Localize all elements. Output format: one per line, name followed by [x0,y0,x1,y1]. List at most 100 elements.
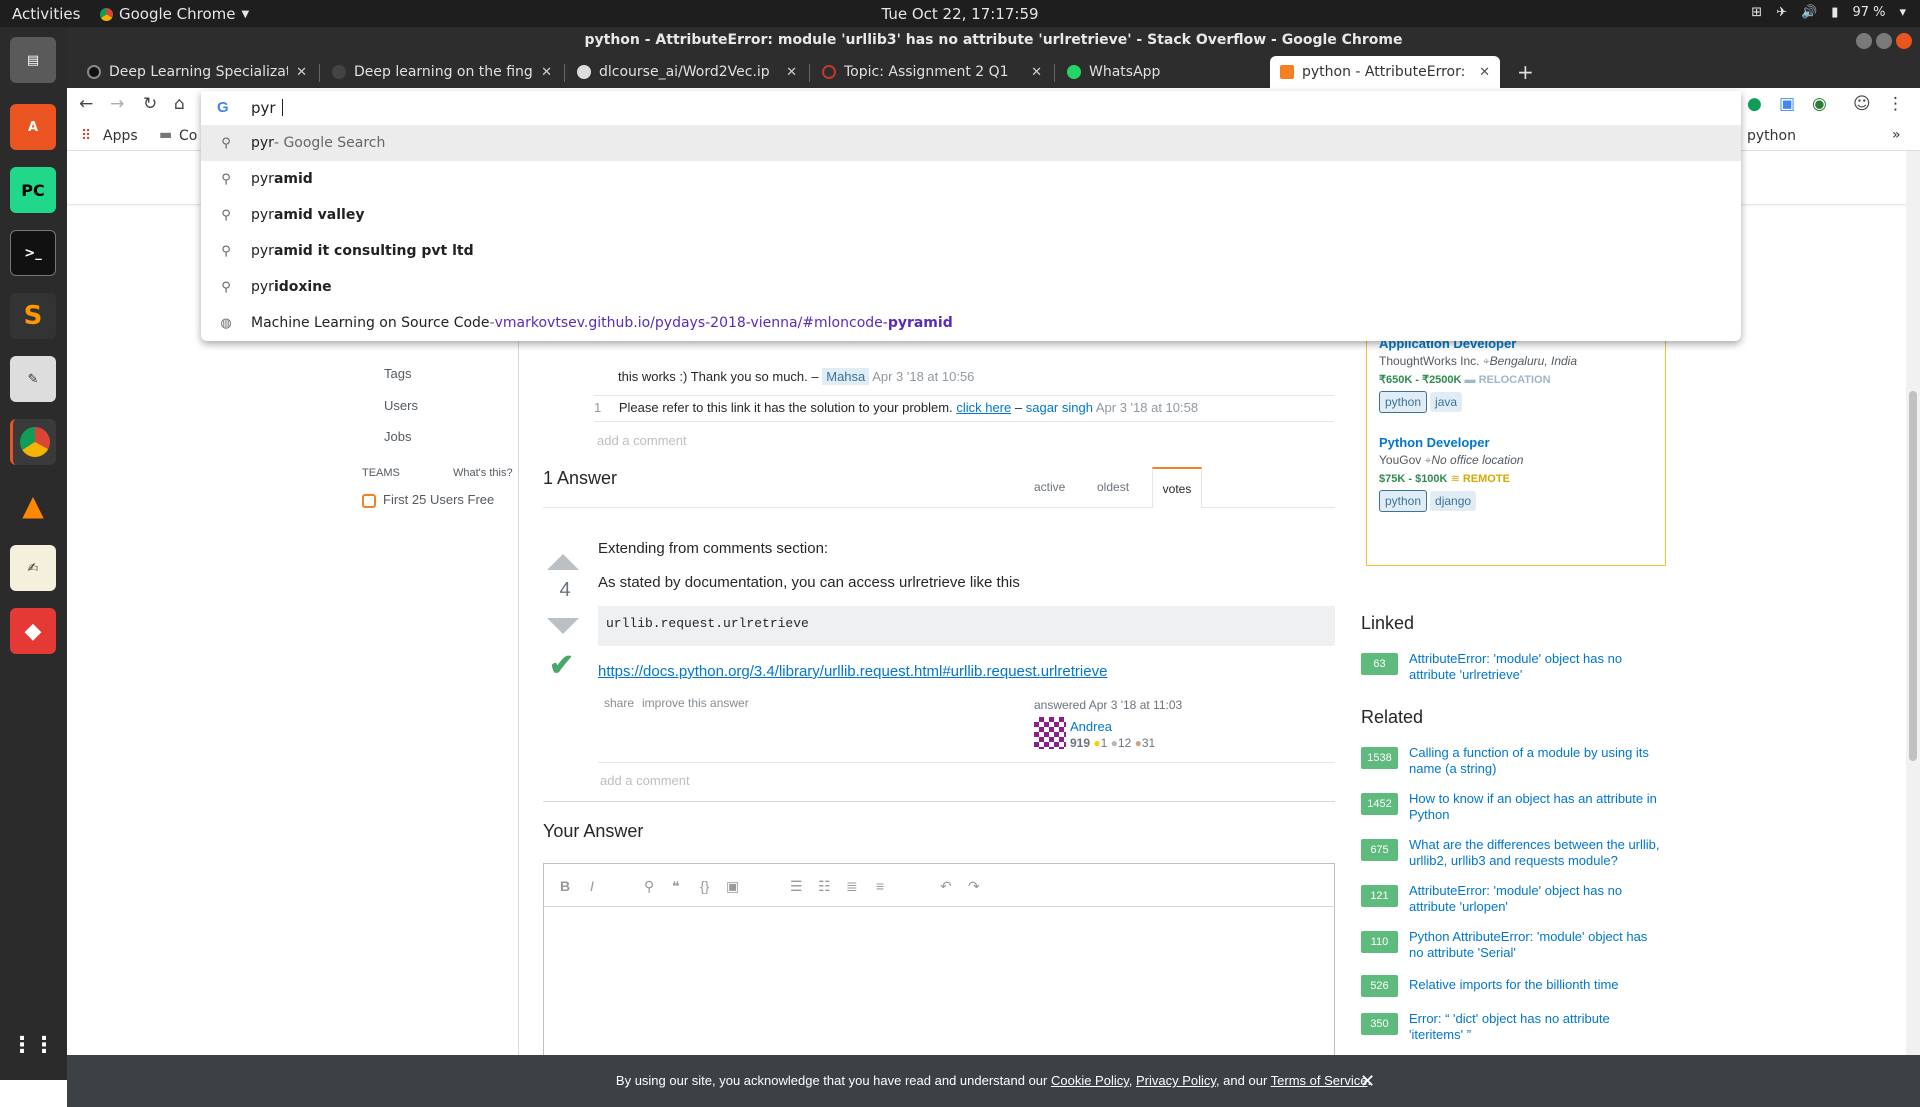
linked-item[interactable]: 63 AttributeError: 'module' object has n… [1361,651,1671,691]
privacy-policy-link[interactable]: Privacy Policy [1136,1073,1216,1088]
bullet-list-icon[interactable]: ☷ [818,878,831,895]
close-tab-icon[interactable]: ✕ [786,65,797,80]
suggestion-item[interactable]: ⚲ pyr amid [201,161,1741,197]
address-bar[interactable]: G pyr [201,91,1741,124]
sort-votes[interactable]: votes [1152,467,1202,508]
tab-0[interactable]: Deep Learning Specializat ✕ [77,56,317,88]
maximize-button[interactable] [1876,33,1892,49]
add-comment-link[interactable]: add a comment [597,433,687,448]
undo-icon[interactable]: ↶ [940,878,952,895]
menu-icon[interactable]: ⋮ [1887,94,1904,114]
job-tag[interactable]: django [1430,491,1477,511]
close-tab-icon[interactable]: ✕ [1479,65,1490,80]
sublime-icon[interactable]: S [10,293,56,339]
upvote-button[interactable] [547,554,579,570]
related-question-link[interactable]: Calling a function of a module by using … [1409,745,1664,777]
comment-user[interactable]: Mahsa [822,368,870,385]
job-item[interactable]: Python Developer YouGov ⌖No office locat… [1379,435,1659,512]
suggestion-item[interactable]: ⚲ pyr - Google Search [201,125,1741,161]
back-icon[interactable]: ← [79,94,93,114]
close-icon[interactable]: ✕ [1360,1055,1375,1107]
related-question-link[interactable]: AttributeError: 'module' object has no a… [1409,883,1664,915]
related-item[interactable]: 675 What are the differences between the … [1361,837,1671,873]
apps-bookmark[interactable]: Apps [103,128,138,144]
new-tab-button[interactable]: + [1507,56,1547,88]
whats-this-link[interactable]: What's this? [453,467,513,479]
close-tab-icon[interactable]: ✕ [296,65,307,80]
files-icon[interactable]: ▤ [10,37,56,83]
comment-user[interactable]: sagar singh [1026,400,1093,415]
related-question-link[interactable]: What are the differences between the url… [1409,837,1664,869]
related-item[interactable]: 1538 Calling a function of a module by us… [1361,745,1671,781]
close-tab-icon[interactable]: ✕ [1031,65,1042,80]
text-editor-icon[interactable]: ✎ [10,356,56,402]
job-tag[interactable]: python [1379,490,1428,512]
tab-1[interactable]: Deep learning on the fing ✕ [322,56,562,88]
share-link[interactable]: share [604,696,634,710]
pycharm-icon[interactable]: PC [10,167,56,213]
docs-link[interactable]: https://docs.python.org/3.4/library/urll… [598,663,1107,680]
improve-answer-link[interactable]: improve this answer [642,696,749,710]
system-tray[interactable]: ⊞ ✈ 🔊 ▮ 97 % ▾ [1751,5,1906,20]
close-button[interactable] [1896,33,1912,49]
chrome-icon[interactable] [10,419,56,465]
clock[interactable]: Tue Oct 22, 17:17:59 [0,5,1920,23]
page-scrollbar[interactable] [1906,151,1920,1080]
tab-4[interactable]: WhatsApp✕ [1057,56,1297,88]
avatar[interactable] [1034,717,1066,749]
show-apps-icon[interactable]: ⋮⋮ [10,1022,56,1068]
job-item[interactable]: Application Developer ThoughtWorks Inc. … [1379,336,1659,413]
forward-icon[interactable]: → [110,94,124,114]
grammarly-icon[interactable]: ● [1747,94,1762,114]
sort-oldest[interactable]: oldest [1097,480,1129,494]
job-tag[interactable]: python [1379,391,1428,413]
italic-icon[interactable]: I [590,878,594,894]
minimize-button[interactable] [1856,33,1872,49]
linked-question-link[interactable]: AttributeError: 'module' object has no a… [1409,651,1664,683]
terms-link[interactable]: Terms of Service [1271,1073,1368,1088]
more-bookmarks-icon[interactable]: » [1892,127,1901,143]
job-tag[interactable]: java [1430,392,1463,412]
translate-icon[interactable]: ▣ [1779,94,1795,114]
nav-tags[interactable]: Tags [384,366,411,381]
nav-jobs[interactable]: Jobs [384,429,411,444]
code-icon[interactable]: {} [700,878,709,894]
related-item[interactable]: 110 Python AttributeError: 'module' objec… [1361,929,1671,965]
teams-free-link[interactable]: First 25 Users Free [383,492,494,507]
notes-icon[interactable]: ✍ [10,545,56,591]
related-item[interactable]: 526 Relative imports for the billionth ti… [1361,975,1671,1001]
tab-2[interactable]: dlcourse_ai/Word2Vec.ip ✕ [567,56,807,88]
close-tab-icon[interactable]: ✕ [541,65,552,80]
bold-icon[interactable]: B [560,878,570,894]
comment-link[interactable]: click here [956,400,1011,415]
redo-icon[interactable]: ↷ [968,878,980,895]
home-icon[interactable]: ⌂ [174,94,185,114]
answer-user[interactable]: Andrea [1070,719,1112,734]
job-title[interactable]: Python Developer [1379,435,1659,450]
related-question-link[interactable]: How to know if an object has an attribut… [1409,791,1664,823]
add-comment-link[interactable]: add a comment [600,773,690,788]
related-question-link[interactable]: Relative imports for the billionth time [1409,977,1664,993]
related-question-link[interactable]: Python AttributeError: 'module' object h… [1409,929,1664,961]
link-icon[interactable]: ⚲ [644,878,654,895]
suggestion-item[interactable]: ◍ Machine Learning on Source Code - vmark… [201,305,1741,341]
vlc-icon[interactable]: ▲ [10,482,56,528]
related-question-link[interactable]: Error: “ 'dict' object has no attribute … [1409,1011,1664,1043]
anydesk-icon[interactable]: ◆ [10,608,56,654]
software-center-icon[interactable]: A [10,104,56,150]
related-item[interactable]: 1452 How to know if an object has an attr… [1361,791,1671,827]
related-item[interactable]: 350 Error: “ 'dict' object has no attribu… [1361,1011,1671,1047]
cookie-policy-link[interactable]: Cookie Policy [1051,1073,1129,1088]
extension-icon[interactable]: ◉ [1812,94,1827,114]
suggestion-item[interactable]: ⚲ pyr amid valley [201,197,1741,233]
reload-icon[interactable]: ↻ [143,94,157,114]
terminal-icon[interactable]: >_ [10,230,56,276]
suggestion-item[interactable]: ⚲ pyr amid it consulting pvt ltd [201,233,1741,269]
ordered-list-icon[interactable]: ☰ [790,878,803,895]
bookmark-python[interactable]: python [1747,128,1796,144]
downvote-button[interactable] [547,618,579,634]
profile-icon[interactable]: ☺ [1853,94,1871,114]
hr-icon[interactable]: ≡ [876,878,884,894]
related-item[interactable]: 121 AttributeError: 'module' object has n… [1361,883,1671,919]
tab-5-active[interactable]: python - AttributeError: n ✕ [1270,56,1500,88]
